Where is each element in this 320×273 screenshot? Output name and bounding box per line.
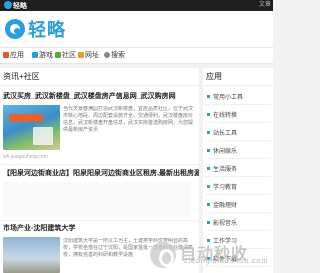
page: 轻略 文章 轻略 应用 游戏 社区 网址 搜索 资讯+社区 武汉买房_武汉新楼盘… [0, 0, 273, 273]
sidebar-item-label: 生活服务 [213, 167, 238, 173]
bullet-icon [207, 131, 210, 134]
top-logo-text: 轻略 [13, 3, 27, 10]
site-logo[interactable]: 轻略 [5, 17, 66, 41]
watermark-logo-icon [150, 242, 176, 268]
sidebar-item-label: 站长工具 [213, 131, 238, 137]
thumbnail-banner [9, 114, 43, 122]
sidebar-item[interactable]: 学习教育 [205, 182, 271, 195]
bullet-icon [207, 203, 210, 206]
sidebar-item-label: 学习教育 [213, 185, 238, 191]
apps-icon [3, 52, 9, 58]
sidebar-item[interactable]: 影视音乐 [205, 218, 271, 231]
logo-mark-icon [4, 1, 12, 9]
site-header: 轻略 [0, 11, 273, 47]
community-icon [55, 52, 61, 58]
bullet-icon [207, 113, 210, 116]
bullet-icon [207, 149, 210, 152]
section-title: 资讯+社区 [0, 68, 199, 86]
nav-item-links[interactable]: 网址 [78, 51, 99, 61]
sidebar-item-label: 休闲娱乐 [213, 149, 238, 155]
links-icon [78, 52, 84, 58]
article-title[interactable]: 市场产业-沈阳建筑大学 [0, 224, 199, 233]
bullet-icon [207, 167, 210, 170]
nav-item-label: 应用 [10, 52, 24, 59]
sidebar-item-label: 影视音乐 [213, 221, 238, 227]
logo-icon [5, 19, 25, 39]
sidebar-item[interactable]: 常用小工具 [205, 92, 271, 105]
logo-text: 轻略 [28, 20, 66, 40]
thumbnail-building [33, 127, 53, 145]
watermark: 自动秒收 zidongmiaoshou.com [150, 240, 273, 270]
article-placeholder [3, 182, 191, 217]
main-nav: 应用 游戏 社区 网址 搜索 [0, 47, 273, 64]
top-bar: 轻略 文章 [0, 0, 273, 11]
sidebar-item[interactable]: 生活服务 [205, 164, 271, 177]
nav-item-community[interactable]: 社区 [55, 51, 76, 61]
section-title: 应用 [203, 68, 273, 86]
nav-item-label: 网址 [85, 52, 99, 59]
sidebar-item[interactable]: 休闲娱乐 [205, 146, 271, 159]
sidebar-item-label: 金融理财 [213, 203, 238, 209]
nav-item-label: 社区 [62, 52, 76, 59]
divider [0, 220, 199, 221]
nav-item-label: 游戏 [39, 52, 53, 59]
top-right-link[interactable]: 文章 [259, 1, 271, 10]
bullet-icon [207, 95, 210, 98]
divider [0, 164, 199, 165]
watermark-subtitle: zidongmiaoshou.com [184, 258, 269, 265]
article-thumbnail[interactable] [3, 105, 60, 150]
games-icon [32, 52, 38, 58]
top-logo[interactable]: 轻略 [4, 1, 27, 11]
bullet-icon [207, 221, 210, 224]
nav-item-apps[interactable]: 应用 [3, 51, 24, 61]
nav-item-label: 搜索 [111, 52, 125, 59]
article-meta: wh.yuegoufang.com [3, 154, 48, 160]
article-title[interactable]: 武汉买房_武汉新楼盘_武汉楼盘房产信息网_武汉购房网 [0, 92, 199, 101]
sidebar-item-label: 常用小工具 [213, 95, 244, 101]
sidebar-item[interactable]: 金融理财 [205, 200, 271, 213]
article-thumbnail[interactable] [3, 237, 60, 273]
sidebar-item[interactable]: 站长工具 [205, 128, 271, 141]
search-icon [104, 52, 110, 58]
sidebar-item[interactable]: 在线转换 [205, 110, 271, 123]
nav-item-search[interactable]: 搜索 [104, 51, 125, 61]
bullet-icon [207, 185, 210, 188]
sidebar-item-label: 在线转换 [213, 113, 238, 119]
article-excerpt: 当代天景春满园打造武汉新楼盘，宜居品质社区，位于武汉市核心地段，周边配套设施齐全… [63, 106, 194, 133]
nav-item-games[interactable]: 游戏 [32, 51, 53, 61]
article-title[interactable]: 【阳泉河边街商业店】阳泉阳泉河边街商业区租房,最新出租房源,租金走势信息 [0, 169, 199, 178]
